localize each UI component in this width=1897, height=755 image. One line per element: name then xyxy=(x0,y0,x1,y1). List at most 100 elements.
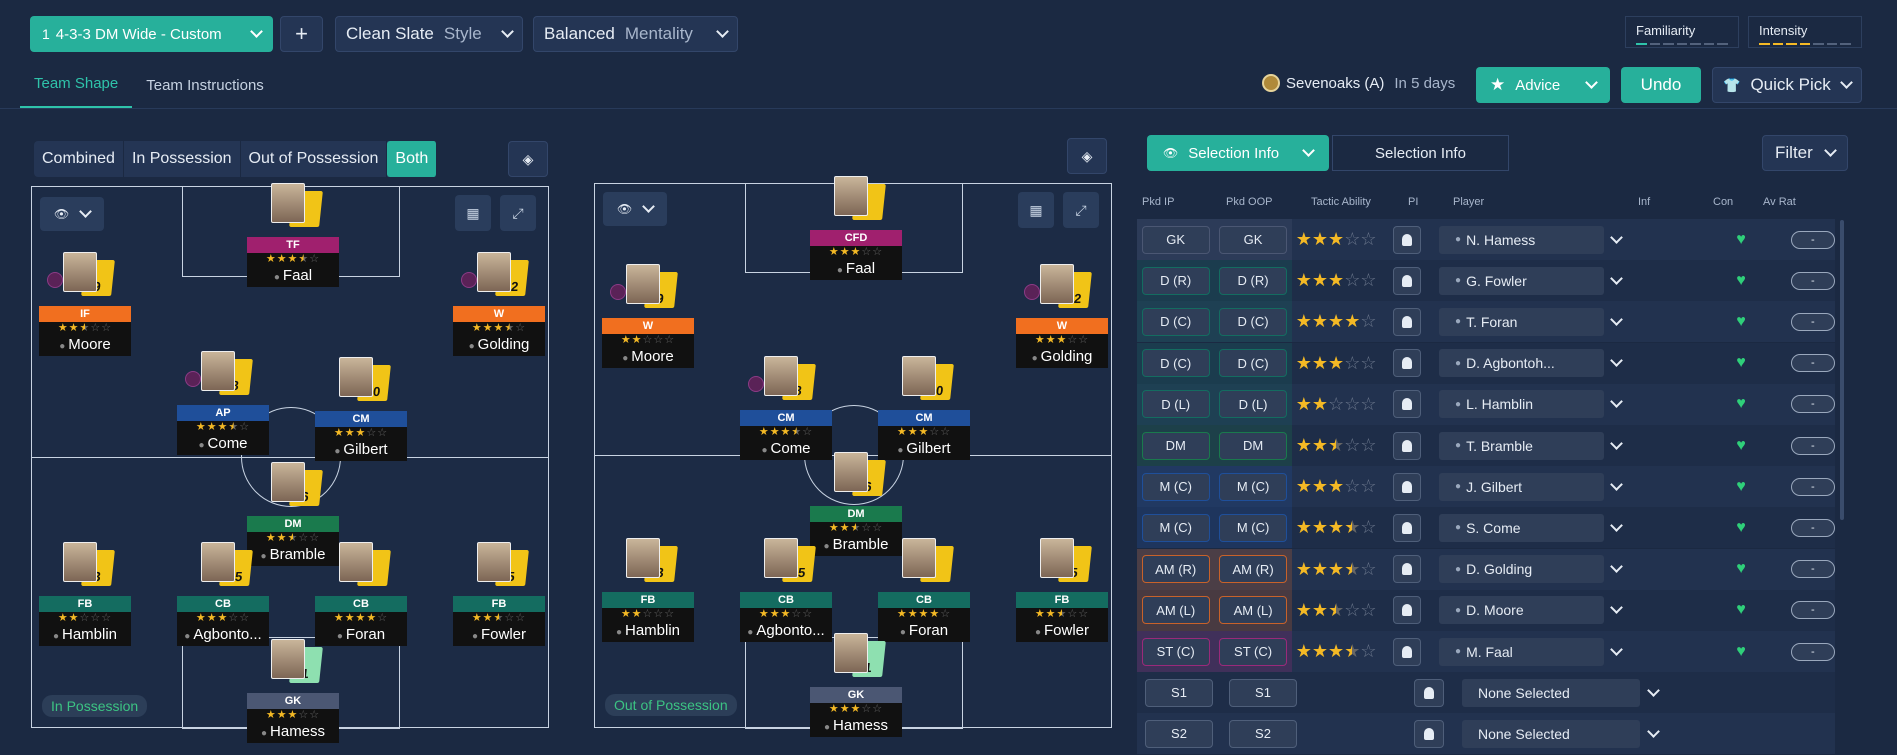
player-dropdown-chevron[interactable] xyxy=(1604,560,1628,573)
view-combined[interactable]: Combined xyxy=(34,141,124,177)
table-row[interactable]: D (R) D (R) ★★★☆☆ ● G. Fowler ♥ - xyxy=(1137,260,1835,302)
player-card-cm[interactable]: 10 CM ★★★☆☆ ● Gilbert xyxy=(315,357,407,461)
player-dropdown-chevron[interactable] xyxy=(1640,683,1666,697)
table-row[interactable]: S1 S1 None Selected xyxy=(1137,672,1835,714)
table-row[interactable]: M (C) M (C) ★★★☆☆ ● J. Gilbert ♥ - xyxy=(1137,466,1835,508)
pkd-ip-position[interactable]: S1 xyxy=(1145,678,1213,707)
player-card-w[interactable]: 12 W ★★★★☆ ● Golding xyxy=(453,252,545,356)
player-select[interactable]: ● M. Faal xyxy=(1439,637,1605,666)
expand-button[interactable]: ⤢ xyxy=(1063,192,1099,228)
tactic-board-button-2[interactable]: ◈ xyxy=(1067,138,1107,174)
player-dropdown-chevron[interactable] xyxy=(1604,519,1628,532)
selection-info-tab[interactable]: Selection Info xyxy=(1332,135,1509,171)
player-card-cb[interactable]: CB ★★★★☆ ● Foran xyxy=(315,542,407,646)
table-row[interactable]: D (L) D (L) ★★☆☆☆ ● L. Hamblin ♥ - xyxy=(1137,383,1835,425)
pkd-oop-position[interactable]: GK xyxy=(1219,225,1288,254)
next-match[interactable]: Sevenoaks (A) In 5 days xyxy=(1262,74,1455,92)
col-header-pi[interactable]: PI xyxy=(1408,196,1418,208)
pkd-oop-position[interactable]: S2 xyxy=(1229,719,1297,748)
view-out-of-possession[interactable]: Out of Possession xyxy=(241,141,388,177)
player-dropdown-chevron[interactable] xyxy=(1604,395,1628,409)
tactic-board-button[interactable]: ◈ xyxy=(508,141,548,177)
player-card-w[interactable]: 9 W ★★☆☆☆ ● Moore xyxy=(602,264,694,368)
pkd-oop-position[interactable]: S1 xyxy=(1229,678,1297,707)
table-row[interactable]: GK GK ★★★☆☆ ● N. Hamess ♥ - xyxy=(1137,219,1835,260)
filter-button[interactable]: Filter xyxy=(1762,135,1848,171)
player-card-tf[interactable]: TF ★★★★☆ ● Faal xyxy=(247,183,339,287)
advice-button[interactable]: ★ Advice xyxy=(1476,67,1610,103)
col-header-tactic-ability[interactable]: Tactic Ability xyxy=(1311,196,1371,208)
pkd-oop-position[interactable]: D (C) xyxy=(1219,307,1288,336)
table-row[interactable]: D (C) D (C) ★★★☆☆ ● D. Agbontoh... ♥ - xyxy=(1137,342,1835,384)
view-both[interactable]: Both xyxy=(387,141,438,177)
player-dropdown-chevron[interactable] xyxy=(1604,601,1628,615)
pkd-oop-position[interactable]: DM xyxy=(1219,431,1288,460)
pkd-ip-position[interactable]: D (R) xyxy=(1141,266,1210,295)
player-card-cb[interactable]: 15 CB ★★★☆☆ ● Agbonto... xyxy=(740,538,832,642)
player-instructions-button[interactable] xyxy=(1393,225,1422,254)
pkd-ip-position[interactable]: AM (R) xyxy=(1141,555,1210,584)
selection-info-dropdown[interactable]: 👁 Selection Info xyxy=(1147,135,1329,171)
pkd-ip-position[interactable]: GK xyxy=(1141,225,1210,254)
player-instructions-button[interactable] xyxy=(1393,390,1422,419)
player-select[interactable]: ● G. Fowler xyxy=(1439,266,1605,295)
player-select[interactable]: ● T. Bramble xyxy=(1439,431,1605,460)
table-row[interactable]: D (C) D (C) ★★★★☆ ● T. Foran ♥ - xyxy=(1137,301,1835,343)
formation-dropdown[interactable]: 1 4-3-3 DM Wide - Custom xyxy=(30,16,273,52)
player-instructions-button[interactable] xyxy=(1393,431,1422,460)
player-select[interactable]: None Selected xyxy=(1462,678,1640,707)
pkd-ip-position[interactable]: D (C) xyxy=(1141,349,1210,378)
table-row[interactable]: ST (C) ST (C) ★★★★☆ ● M. Faal ♥ - xyxy=(1137,631,1835,672)
add-tactic-button[interactable]: + xyxy=(280,16,323,52)
player-instructions-button[interactable] xyxy=(1393,513,1422,542)
col-header-av-rat[interactable]: Av Rat xyxy=(1763,196,1796,208)
player-dropdown-chevron[interactable] xyxy=(1604,436,1628,450)
tab-team-instructions[interactable]: Team Instructions xyxy=(132,60,278,108)
player-select[interactable]: ● S. Come xyxy=(1439,513,1605,542)
table-row[interactable]: S2 S2 None Selected xyxy=(1137,713,1835,755)
player-card-cb[interactable]: 15 CB ★★★☆☆ ● Agbonto... xyxy=(177,542,269,646)
col-header-inf[interactable]: Inf xyxy=(1638,196,1650,208)
player-instructions-button[interactable] xyxy=(1393,349,1422,378)
player-instructions-button[interactable] xyxy=(1393,555,1422,584)
player-select[interactable]: ● D. Golding xyxy=(1439,555,1605,584)
player-card-fb[interactable]: 5 FB ★★★☆☆ ● Fowler xyxy=(1016,538,1108,642)
undo-button[interactable]: Undo xyxy=(1621,67,1701,103)
grid-toggle[interactable]: ▦ xyxy=(455,195,491,231)
col-header-pkd-oop[interactable]: Pkd OOP xyxy=(1226,196,1272,208)
style-dropdown[interactable]: Clean Slate Style xyxy=(335,16,523,52)
pkd-ip-position[interactable]: DM xyxy=(1141,431,1210,460)
player-select[interactable]: ● D. Agbontoh... xyxy=(1439,349,1605,378)
pkd-oop-position[interactable]: M (C) xyxy=(1219,513,1288,542)
player-instructions-button[interactable] xyxy=(1393,637,1422,666)
visibility-toggle[interactable]: 👁 xyxy=(40,197,104,231)
pkd-ip-position[interactable]: M (C) xyxy=(1141,472,1210,501)
player-card-if[interactable]: 9 IF ★★★☆☆ ● Moore xyxy=(39,252,131,356)
player-dropdown-chevron[interactable] xyxy=(1604,642,1628,656)
player-dropdown-chevron[interactable] xyxy=(1640,725,1666,738)
pkd-ip-position[interactable]: D (C) xyxy=(1141,307,1210,336)
table-row[interactable]: AM (R) AM (R) ★★★★☆ ● D. Golding ♥ - xyxy=(1137,548,1835,590)
scrollbar[interactable] xyxy=(1840,220,1844,520)
grid-toggle[interactable]: ▦ xyxy=(1018,192,1054,228)
quick-pick-button[interactable]: 👕 Quick Pick xyxy=(1712,67,1862,103)
pkd-oop-position[interactable]: ST (C) xyxy=(1219,637,1288,666)
player-card-cm[interactable]: 10 CM ★★★☆☆ ● Gilbert xyxy=(878,356,970,460)
player-select[interactable]: ● L. Hamblin xyxy=(1439,390,1605,419)
player-card-cm[interactable]: 8 CM ★★★★☆ ● Come xyxy=(740,356,832,460)
player-dropdown-chevron[interactable] xyxy=(1604,313,1628,326)
player-dropdown-chevron[interactable] xyxy=(1604,271,1628,285)
col-header-pkd-ip[interactable]: Pkd IP xyxy=(1142,196,1174,208)
player-dropdown-chevron[interactable] xyxy=(1604,354,1628,367)
player-instructions-button[interactable] xyxy=(1414,678,1444,707)
pkd-ip-position[interactable]: ST (C) xyxy=(1141,637,1210,666)
player-card-fb[interactable]: 3 FB ★★☆☆☆ ● Hamblin xyxy=(39,542,131,646)
player-card-fb[interactable]: 5 FB ★★★☆☆ ● Fowler xyxy=(453,542,545,646)
pkd-oop-position[interactable]: D (R) xyxy=(1219,266,1288,295)
player-select[interactable]: ● N. Hamess xyxy=(1439,225,1605,254)
col-header-con[interactable]: Con xyxy=(1713,196,1733,208)
pkd-oop-position[interactable]: D (L) xyxy=(1219,390,1288,419)
mentality-dropdown[interactable]: Balanced Mentality xyxy=(533,16,738,52)
player-select[interactable]: ● T. Foran xyxy=(1439,307,1605,336)
player-card-gk[interactable]: 1 GK ★★★☆☆ ● Hamess xyxy=(810,633,902,737)
